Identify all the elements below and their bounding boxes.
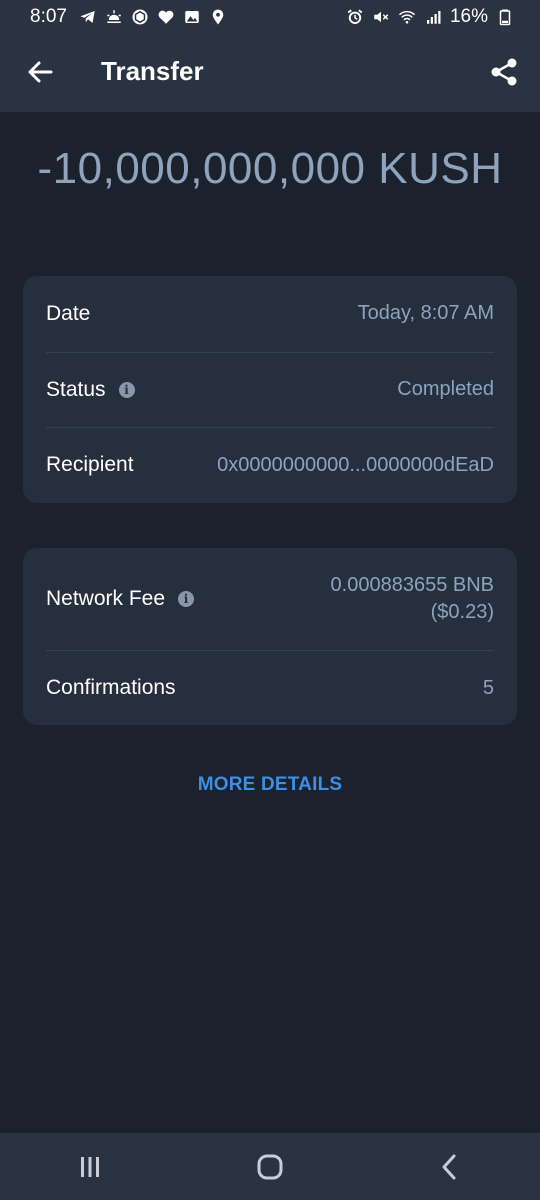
status-label: Status (46, 377, 106, 401)
more-details-button[interactable]: MORE DETAILS (0, 774, 540, 796)
heart-icon (157, 8, 175, 26)
battery-icon (496, 8, 514, 26)
recipient-value[interactable]: 0x0000000000...0000000dEaD (217, 452, 494, 479)
home-button[interactable] (250, 1147, 290, 1187)
recipient-row[interactable]: Recipient 0x0000000000...0000000dEaD (46, 427, 494, 503)
transfer-amount: -10,000,000,000 KUSH (37, 144, 503, 193)
network-fee-value: 0.000883655 BNB ($0.23) (331, 572, 494, 626)
system-back-button[interactable] (430, 1147, 470, 1187)
status-bar: 8:07 16% (0, 0, 540, 34)
status-info-icon[interactable]: i (118, 381, 135, 398)
recent-apps-button[interactable] (70, 1147, 110, 1187)
chevron-left-icon (442, 1154, 456, 1179)
date-label: Date (46, 301, 91, 325)
signal-icon (424, 8, 442, 26)
mute-icon (372, 8, 390, 26)
status-row: Status i Completed (46, 351, 494, 428)
network-fee-bnb: 0.000883655 BNB (330, 574, 494, 596)
sunrise-icon (105, 8, 123, 26)
status-value: Completed (397, 378, 494, 401)
share-button[interactable] (488, 56, 520, 88)
battery-percent: 16% (449, 6, 488, 27)
confirmations-value: 5 (482, 676, 494, 699)
app-bar: Transfer (0, 34, 540, 112)
network-fee-usd: ($0.23) (430, 601, 494, 623)
network-fee-label: Network Fee (46, 587, 166, 610)
network-fee-row: Network Fee i 0.000883655 BNB ($0.23) (46, 548, 494, 650)
confirmations-row: Confirmations 5 (46, 650, 494, 725)
page-title: Transfer (101, 56, 204, 86)
share-icon (491, 58, 517, 86)
status-time: 8:07 (30, 6, 67, 27)
fee-details-card: Network Fee i 0.000883655 BNB ($0.23) Co… (23, 548, 517, 725)
recipient-label: Recipient (46, 453, 134, 477)
alarm-icon (346, 8, 364, 26)
transaction-details-card: Date Today, 8:07 AM Status i Completed R… (23, 276, 517, 503)
back-button[interactable] (24, 56, 56, 88)
crypto-com-icon (131, 8, 149, 26)
recent-apps-icon (81, 1156, 99, 1177)
network-fee-info-icon[interactable]: i (178, 591, 195, 607)
arrow-left-icon (28, 61, 53, 83)
confirmations-label: Confirmations (46, 676, 176, 699)
date-row: Date Today, 8:07 AM (46, 276, 494, 352)
home-icon (257, 1154, 283, 1179)
telegram-icon (79, 8, 97, 26)
location-pin-icon (209, 8, 227, 26)
wifi-icon (398, 8, 416, 26)
date-value: Today, 8:07 AM (357, 302, 494, 325)
system-nav-bar (0, 1133, 540, 1200)
image-icon (183, 8, 201, 26)
